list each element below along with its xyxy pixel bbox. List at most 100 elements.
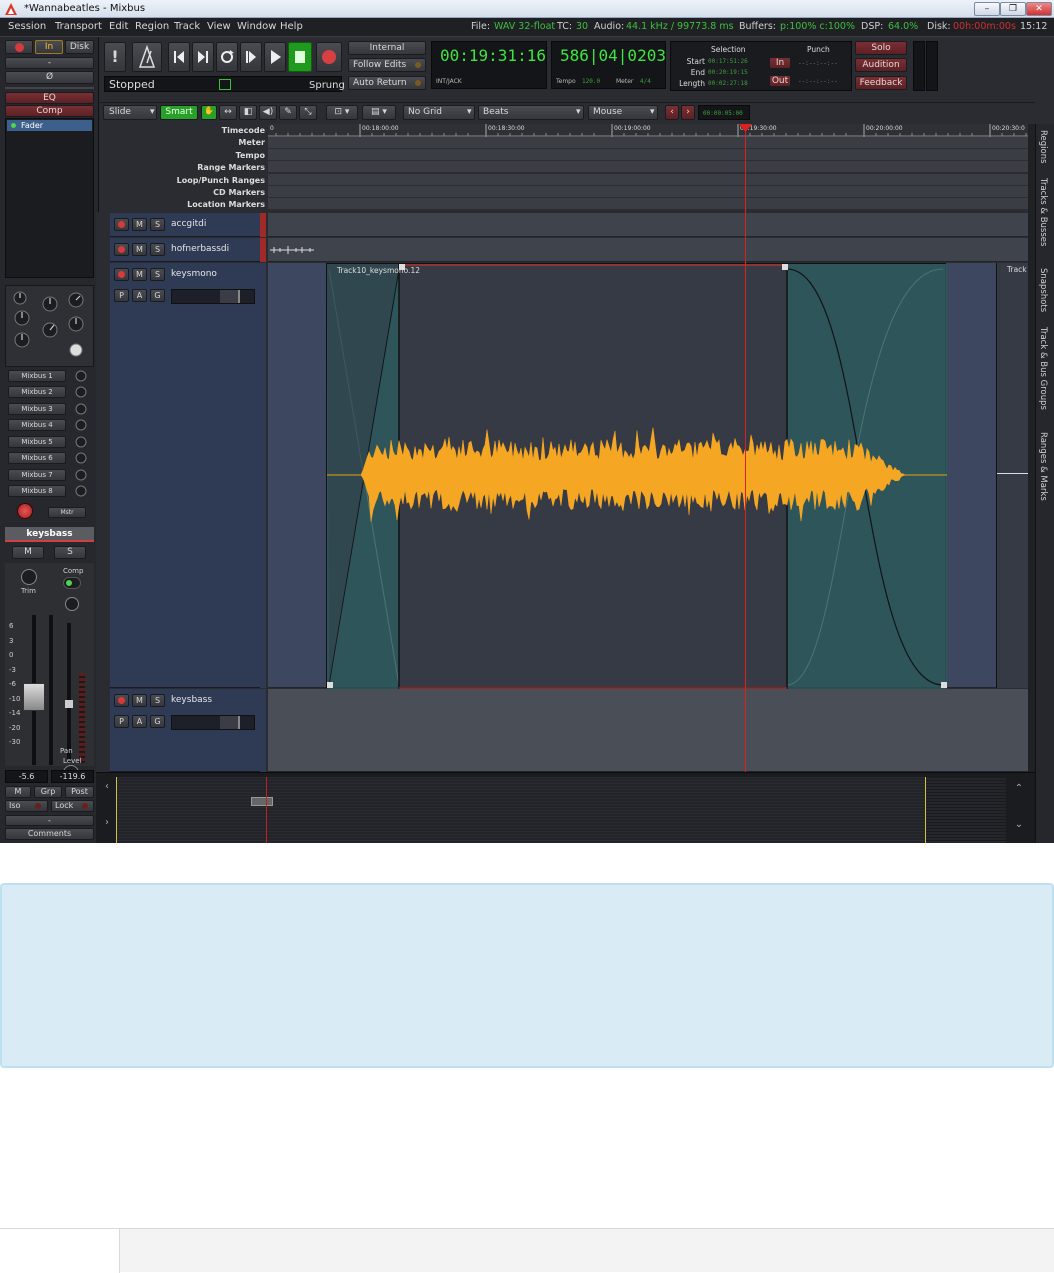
selection-end-value[interactable]: 00:20:19:15 <box>708 69 748 76</box>
track-playlist-button[interactable]: P <box>114 715 129 728</box>
track-header-keysmono[interactable]: M S keysmono P A G <box>110 263 260 688</box>
play-button[interactable] <box>264 42 286 72</box>
goto-end-button[interactable] <box>192 42 214 72</box>
zoom-focus-dropdown[interactable]: ⊡ ▾ <box>326 105 358 120</box>
punch-in-button[interactable]: In <box>769 57 791 69</box>
track-header-hofnerbassdi[interactable]: M S hofnerbassdi <box>110 238 260 262</box>
stretch-tool-button[interactable]: ⤡ <box>299 105 317 120</box>
mixbus-send-6[interactable]: Mixbus 6 <box>8 452 66 464</box>
play-range-button[interactable] <box>240 42 262 72</box>
mixbus-send-4[interactable]: Mixbus 4 <box>8 419 66 431</box>
selection-length-value[interactable]: 00:02:27:18 <box>708 80 748 87</box>
menu-region[interactable]: Region <box>135 21 169 32</box>
track-mute-button[interactable]: M <box>132 243 147 256</box>
tab-ranges-marks[interactable]: Ranges & Marks <box>1038 432 1048 501</box>
mixbus-send-8[interactable]: Mixbus 8 <box>8 485 66 497</box>
track-header-keysbass[interactable]: M S keysbass P A G <box>110 689 260 772</box>
nudge-back-button[interactable]: ‹ <box>665 105 679 120</box>
strip-iso-button[interactable]: Iso <box>5 800 48 812</box>
audition-button[interactable]: Audition <box>855 58 907 72</box>
menu-window[interactable]: Window <box>237 21 276 32</box>
strip-solo-button[interactable]: S <box>54 546 86 559</box>
track-automation-button[interactable]: A <box>132 715 147 728</box>
strip-mute-button[interactable]: M <box>12 546 44 559</box>
mixbus-send-5[interactable]: Mixbus 5 <box>8 436 66 448</box>
track-lane-accgitdi[interactable] <box>268 213 1028 237</box>
playhead[interactable] <box>745 124 746 772</box>
draw-tool-button[interactable]: ✎ <box>279 105 297 120</box>
selection-start-value[interactable]: 00:17:51:26 <box>708 58 748 65</box>
timecode-ruler[interactable]: 0 00:18:00:00 00:18:30:00 00:19:00:00 00… <box>268 124 1030 137</box>
edit-point-dropdown[interactable]: Mouse ▾ <box>588 105 658 120</box>
smart-mode-button[interactable]: Smart <box>160 105 198 120</box>
track-name[interactable]: keysmono <box>171 269 217 279</box>
track-header-accgitdi[interactable]: M S accgitdi <box>110 213 260 237</box>
strip-m-button[interactable]: M <box>5 786 31 798</box>
tab-regions[interactable]: Regions <box>1038 130 1048 164</box>
editor-summary[interactable]: ‹ › ⌃ ⌄ <box>96 772 1035 843</box>
comp-toggle[interactable] <box>63 577 81 589</box>
trim-knob[interactable] <box>21 569 37 585</box>
meter-ruler[interactable] <box>268 137 1030 149</box>
track-rec-button[interactable] <box>114 243 129 256</box>
track-group-button[interactable]: G <box>150 289 165 302</box>
comp-knob[interactable] <box>65 597 79 611</box>
comments-button[interactable]: Comments <box>5 828 94 840</box>
location-markers-ruler[interactable] <box>268 198 1030 210</box>
error-log-button[interactable]: ! <box>104 42 126 72</box>
track-solo-button[interactable]: S <box>150 243 165 256</box>
track-group-button[interactable]: G <box>150 715 165 728</box>
menu-edit[interactable]: Edit <box>109 21 128 32</box>
track-solo-button[interactable]: S <box>150 268 165 281</box>
mixbus-send-2[interactable]: Mixbus 2 <box>8 386 66 398</box>
comp-button[interactable]: Comp <box>5 105 94 117</box>
summary-scroll-right[interactable]: › <box>100 817 114 835</box>
track-lane-keysbass[interactable] <box>268 689 1028 772</box>
menu-help[interactable]: Help <box>280 21 303 32</box>
shuttle-sprung[interactable]: Sprung <box>309 80 345 91</box>
mixbus-send-1[interactable]: Mixbus 1 <box>8 370 66 382</box>
audition-tool-button[interactable]: ◀) <box>259 105 277 120</box>
tab-tracks-busses[interactable]: Tracks & Busses <box>1038 178 1048 246</box>
monitor-disk-button[interactable]: Disk <box>65 40 94 54</box>
playhead-marker-icon[interactable] <box>739 124 752 132</box>
track-gain-slider[interactable] <box>171 715 255 730</box>
peak-display[interactable]: -119.6 <box>51 770 94 783</box>
track-gain-slider[interactable] <box>171 289 255 304</box>
sync-internal-button[interactable]: Internal <box>348 41 426 55</box>
rec-arm-button[interactable] <box>5 40 33 54</box>
strip-name[interactable]: keysbass <box>5 527 94 541</box>
loop-button[interactable] <box>216 42 238 72</box>
summary-scroll-up[interactable]: ⌃ <box>1010 783 1028 799</box>
primary-clock[interactable]: 00:19:31:16 INT/JACK <box>431 41 547 89</box>
strip-post-button[interactable]: Post <box>65 786 94 798</box>
range-markers-ruler[interactable] <box>268 161 1030 173</box>
monitor-in-button[interactable]: In <box>35 40 63 54</box>
track-mute-button[interactable]: M <box>132 218 147 231</box>
track-name[interactable]: keysbass <box>171 695 212 705</box>
auto-return-button[interactable]: Auto Return <box>348 76 426 90</box>
menu-view[interactable]: View <box>207 21 231 32</box>
track-playlist-button[interactable]: P <box>114 289 129 302</box>
audio-region[interactable]: Track10_keysmono.12 <box>326 263 947 689</box>
grid-type-dropdown[interactable]: No Grid ▾ <box>403 105 475 120</box>
grab-tool-button[interactable]: ✋ <box>201 105 217 120</box>
punch-out-value[interactable]: --:--:--:-- <box>798 78 838 85</box>
track-mute-button[interactable]: M <box>132 694 147 707</box>
summary-scroll-left[interactable]: ‹ <box>100 781 114 799</box>
edge-region-name[interactable]: Track <box>1007 265 1027 274</box>
secondary-clock[interactable]: 586|04|0203 Tempo 120.0 Meter 4/4 <box>551 41 666 89</box>
cd-markers-ruler[interactable] <box>268 186 1030 198</box>
track-solo-button[interactable]: S <box>150 218 165 231</box>
tempo-ruler[interactable] <box>268 149 1030 161</box>
metronome-button[interactable] <box>132 42 162 72</box>
visible-tracks-dropdown[interactable]: ▤ ▾ <box>362 105 396 120</box>
fader-handle[interactable] <box>23 683 45 711</box>
nudge-clock[interactable]: 00:00:05:00 <box>698 105 750 120</box>
input-button[interactable]: - <box>5 57 94 69</box>
strip-grp-button[interactable]: Grp <box>34 786 62 798</box>
track-lane-hofnerbassdi[interactable] <box>268 238 1028 262</box>
punch-in-value[interactable]: --:--:--:-- <box>798 60 838 67</box>
master-button[interactable]: Mstr <box>48 507 86 518</box>
comp-meter-handle[interactable] <box>65 700 73 708</box>
